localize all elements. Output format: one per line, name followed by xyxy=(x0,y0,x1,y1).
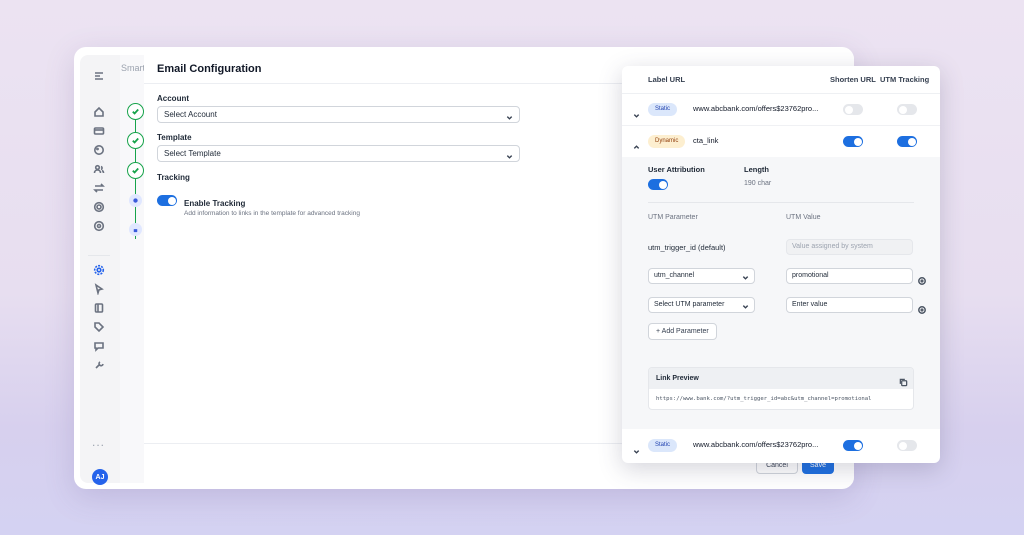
link-type-badge: Static xyxy=(648,103,678,116)
template-label: Template xyxy=(157,133,192,142)
wrench-icon[interactable] xyxy=(90,356,108,374)
shorten-url-toggle[interactable] xyxy=(843,104,863,115)
menu-toggle-icon[interactable] xyxy=(90,67,108,85)
template-select-value: Select Template xyxy=(164,149,221,158)
link-row[interactable]: Static www.abcbank.com/offers$23762pro..… xyxy=(622,94,940,126)
utm-details-section: User Attribution Length 190 char UTM Par… xyxy=(622,157,940,429)
link-url: www.abcbank.com/offers$23762pro... xyxy=(693,440,819,449)
link-preview-url[interactable]: https://www.bank.com/?utm_trigger_id=abc… xyxy=(656,396,872,402)
title-divider xyxy=(144,83,704,84)
chat-icon[interactable] xyxy=(90,337,108,355)
template-select[interactable]: Select Template xyxy=(157,145,520,162)
add-circle-icon[interactable] xyxy=(918,272,926,285)
link-type-badge: Dynamic xyxy=(648,135,686,148)
link-row[interactable]: Static www.abcbank.com/offers$23762pro..… xyxy=(622,430,940,462)
settings-icon[interactable] xyxy=(90,198,108,216)
length-value: 190 char xyxy=(744,180,772,187)
pointer-icon[interactable] xyxy=(90,280,108,298)
utm-value-input[interactable]: promotional xyxy=(786,268,913,284)
utm-param-select[interactable]: Select UTM parameter xyxy=(648,297,755,313)
utm-param-select[interactable]: utm_channel xyxy=(648,268,755,284)
link-preview-box: Link Preview https://www.bank.com/?utm_t… xyxy=(648,367,914,410)
link-url: cta_link xyxy=(693,136,719,145)
chevron-down-icon[interactable] xyxy=(633,442,640,454)
details-divider xyxy=(648,202,914,203)
book-icon[interactable] xyxy=(90,299,108,317)
account-select[interactable]: Select Account xyxy=(157,106,520,123)
utm-tracking-panel: Label URL Shorten URL UTM Tracking Stati… xyxy=(622,66,940,463)
target-icon[interactable] xyxy=(90,217,108,235)
chevron-down-icon xyxy=(742,302,749,316)
copy-icon[interactable] xyxy=(899,374,908,387)
chevron-up-icon[interactable] xyxy=(633,138,640,149)
utm-param-select-value: Select UTM parameter xyxy=(654,301,725,308)
breadcrumb[interactable]: Smart xyxy=(121,63,145,73)
transfer-icon[interactable] xyxy=(90,179,108,197)
shorten-url-toggle[interactable] xyxy=(843,136,863,147)
link-url: www.abcbank.com/offers$23762pro... xyxy=(693,104,819,113)
chevron-down-icon xyxy=(506,111,513,120)
enable-tracking-toggle[interactable] xyxy=(157,195,177,206)
link-preview-title: Link Preview xyxy=(656,375,699,382)
nav-rail: ... AJ xyxy=(80,55,120,485)
utm-panel-header: Label URL Shorten URL UTM Tracking xyxy=(622,66,940,94)
enable-tracking-title: Enable Tracking xyxy=(184,199,246,208)
user-attribution-toggle[interactable] xyxy=(648,179,668,190)
utm-param-name: utm_trigger_id (default) xyxy=(648,243,726,252)
utm-tracking-toggle[interactable] xyxy=(897,104,917,115)
step-complete-icon[interactable] xyxy=(127,103,144,120)
link-type-badge: Static xyxy=(648,439,678,452)
utm-tracking-toggle[interactable] xyxy=(897,136,917,147)
chevron-down-icon xyxy=(742,273,749,287)
chevron-down-icon[interactable] xyxy=(633,106,640,118)
tracking-label: Tracking xyxy=(157,173,190,182)
link-preview-header: Link Preview xyxy=(649,368,913,389)
account-select-value: Select Account xyxy=(164,110,217,119)
utm-param-select-value: utm_channel xyxy=(654,272,695,279)
users-icon[interactable] xyxy=(90,160,108,178)
page-title: Email Configuration xyxy=(157,63,262,75)
tag-icon[interactable] xyxy=(90,318,108,336)
home-icon[interactable] xyxy=(90,103,108,121)
label-url-header: Label URL xyxy=(648,75,686,84)
step-current-icon[interactable] xyxy=(129,194,142,207)
length-label: Length xyxy=(744,165,769,174)
gear-active-icon[interactable] xyxy=(90,261,108,279)
utm-value-input[interactable]: Enter value xyxy=(786,297,913,313)
card-icon[interactable] xyxy=(90,122,108,140)
enable-tracking-description: Add information to links in the template… xyxy=(184,210,360,217)
step-lock-icon[interactable] xyxy=(129,223,142,236)
utm-value-header: UTM Value xyxy=(786,214,821,221)
more-icon[interactable]: ... xyxy=(92,435,105,449)
utm-tracking-toggle[interactable] xyxy=(897,440,917,451)
shorten-url-toggle[interactable] xyxy=(843,440,863,451)
utm-tracking-header: UTM Tracking xyxy=(880,75,930,84)
utm-parameter-header: UTM Parameter xyxy=(648,214,698,221)
step-complete-icon[interactable] xyxy=(127,162,144,179)
avatar[interactable]: AJ xyxy=(92,469,108,485)
utm-value-input-disabled: Value assigned by system xyxy=(786,239,913,255)
link-row-expanded[interactable]: Dynamic cta_link xyxy=(622,126,940,158)
palette-icon[interactable] xyxy=(90,141,108,159)
user-attribution-label: User Attribution xyxy=(648,165,705,174)
account-label: Account xyxy=(157,94,189,103)
add-circle-icon[interactable] xyxy=(918,301,926,314)
shorten-url-header: Shorten URL xyxy=(830,75,876,84)
nav-divider xyxy=(88,255,110,256)
add-parameter-button[interactable]: + Add Parameter xyxy=(648,323,717,340)
step-complete-icon[interactable] xyxy=(127,132,144,149)
chevron-down-icon xyxy=(506,150,513,159)
